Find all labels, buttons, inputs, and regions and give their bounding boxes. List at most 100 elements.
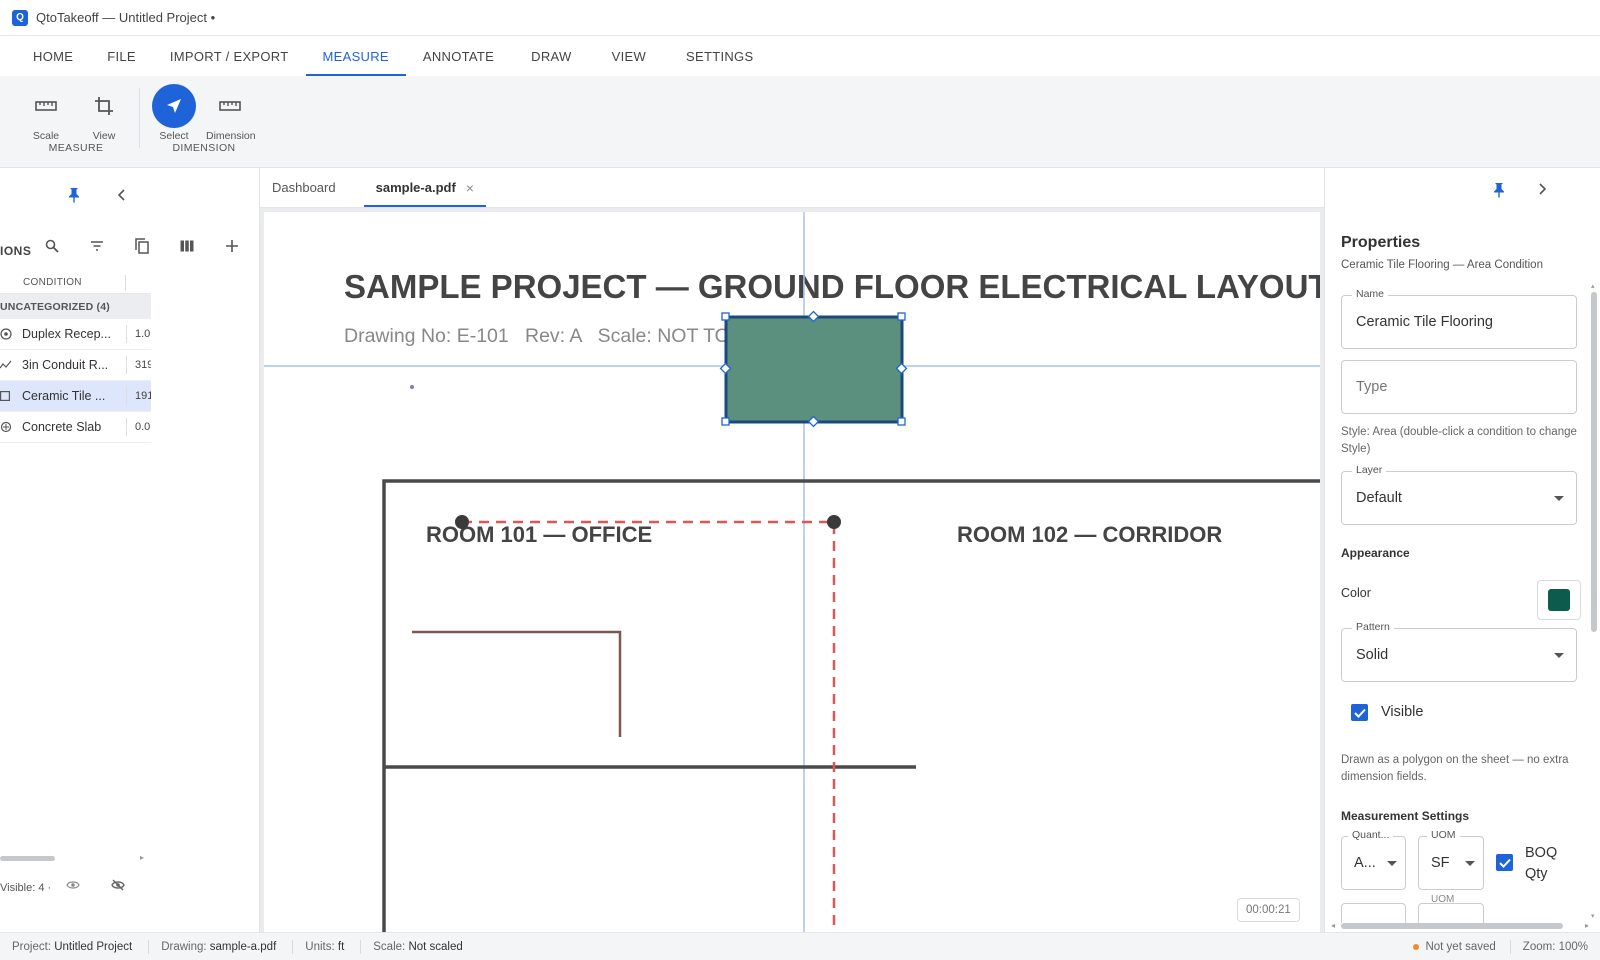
field-label: Quant... xyxy=(1348,829,1394,841)
panel-title: IONS xyxy=(0,244,32,258)
columns-icon[interactable] xyxy=(176,235,198,257)
area-polygon[interactable] xyxy=(724,315,904,424)
name-field[interactable]: Name Ceramic Tile Flooring xyxy=(1341,288,1577,349)
resize-handle[interactable] xyxy=(721,312,730,321)
layer-value: Default xyxy=(1356,490,1402,506)
type-placeholder[interactable]: Type xyxy=(1356,379,1387,395)
conditions-panel: IONS CONDITION UNCATEGORIZED (4) Duplex … xyxy=(0,168,260,932)
tab-settings[interactable]: SETTINGS xyxy=(666,36,773,76)
table-header: CONDITION xyxy=(0,272,151,294)
eye-off-icon[interactable] xyxy=(111,879,125,894)
boq-qty-checkbox[interactable] xyxy=(1496,854,1513,871)
status-project: Project: Untitled Project xyxy=(0,939,150,954)
table-row[interactable]: Concrete Slab 0.0 xyxy=(0,412,151,443)
view-button[interactable]: View xyxy=(80,84,128,142)
status-value: ft xyxy=(337,940,345,953)
column-header-condition[interactable]: CONDITION xyxy=(0,274,126,291)
name-value[interactable]: Ceramic Tile Flooring xyxy=(1356,314,1493,330)
chevron-down-icon xyxy=(1554,496,1564,501)
chevron-down-icon xyxy=(1465,861,1475,866)
scale-button[interactable]: Scale xyxy=(22,84,70,142)
area-icon xyxy=(0,391,22,401)
linear-icon xyxy=(0,360,22,370)
scroll-up-icon[interactable]: ▴ xyxy=(1591,282,1595,290)
color-swatch xyxy=(1548,589,1570,611)
table-row[interactable]: Ceramic Tile ... 191 xyxy=(0,381,151,412)
ribbon-separator xyxy=(139,88,140,148)
tab-sample-a-pdf[interactable]: sample-a.pdf × xyxy=(363,168,487,207)
condition-qty: 319 xyxy=(126,356,151,374)
crop-icon xyxy=(82,84,126,128)
visible-count: Visible: 4 · xyxy=(0,882,52,894)
condition-name: Ceramic Tile ... xyxy=(22,389,106,403)
type-field[interactable]: Type xyxy=(1341,360,1577,414)
appearance-heading: Appearance xyxy=(1341,546,1410,560)
tab-home[interactable]: HOME xyxy=(16,36,90,76)
horizontal-scrollbar[interactable]: ▸ xyxy=(0,853,151,863)
visible-checkbox[interactable] xyxy=(1351,704,1368,721)
condition-name: 3in Conduit R... xyxy=(22,358,109,372)
tab-annotate[interactable]: ANNOTATE xyxy=(406,36,511,76)
tab-file[interactable]: FILE xyxy=(90,36,153,76)
uom-value: SF xyxy=(1431,855,1450,871)
color-label: Color xyxy=(1341,586,1371,600)
scrollbar-thumb[interactable] xyxy=(1341,923,1563,929)
scroll-right-icon[interactable]: ▸ xyxy=(140,853,144,862)
boq-qty-label: BOQ Qty xyxy=(1525,843,1557,885)
zoom-level[interactable]: Zoom: 100% xyxy=(1511,940,1600,954)
copy-icon[interactable] xyxy=(131,235,153,257)
resize-handle[interactable] xyxy=(897,312,906,321)
save-state: Not yet saved xyxy=(1401,940,1511,954)
group-row[interactable]: UNCATEGORIZED (4) xyxy=(0,294,151,319)
select-button[interactable]: Select xyxy=(150,84,198,142)
condition-name: Concrete Slab xyxy=(22,420,102,434)
quantity-select-secondary[interactable] xyxy=(1341,903,1406,923)
tab-draw[interactable]: DRAW xyxy=(511,36,591,76)
dimension-line[interactable] xyxy=(462,520,836,932)
quantity-value: A... xyxy=(1354,855,1376,871)
color-picker-button[interactable] xyxy=(1537,580,1581,620)
scroll-left-icon[interactable]: ◂ xyxy=(1331,922,1335,930)
horizontal-scrollbar[interactable]: ◂ ▸ xyxy=(1331,922,1595,930)
tab-dashboard[interactable]: Dashboard xyxy=(260,168,348,207)
search-icon[interactable] xyxy=(41,235,63,257)
ribbon-group-label: DIMENSION xyxy=(172,142,236,154)
field-label: Layer xyxy=(1352,464,1387,476)
resize-handle[interactable] xyxy=(897,417,906,426)
table-row[interactable]: Duplex Recep... 1.0 xyxy=(0,319,151,350)
dimension-endpoint[interactable] xyxy=(455,515,469,529)
drawing-canvas[interactable]: SAMPLE PROJECT — GROUND FLOOR ELECTRICAL… xyxy=(260,208,1324,932)
close-icon[interactable]: × xyxy=(466,180,474,196)
pin-icon[interactable] xyxy=(63,184,85,206)
save-state-text: Not yet saved xyxy=(1425,941,1496,953)
scrollbar-thumb[interactable] xyxy=(0,856,55,861)
pin-icon[interactable] xyxy=(1492,182,1506,201)
uom-select-secondary[interactable] xyxy=(1418,903,1484,923)
tab-view[interactable]: VIEW xyxy=(592,36,666,76)
drawing-sheet[interactable]: SAMPLE PROJECT — GROUND FLOOR ELECTRICAL… xyxy=(264,212,1320,932)
scroll-right-icon[interactable]: ▸ xyxy=(1585,922,1589,930)
tab-label: Dashboard xyxy=(272,180,336,195)
uom-select[interactable]: UOM SF xyxy=(1418,829,1484,890)
vertical-scrollbar-thumb[interactable] xyxy=(1591,292,1597,632)
quantity-select[interactable]: Quant... A... xyxy=(1341,829,1406,890)
layer-select[interactable]: Layer Default xyxy=(1341,464,1577,525)
resize-handle[interactable] xyxy=(721,417,730,426)
tab-measure[interactable]: MEASURE xyxy=(305,36,407,76)
tab-import-export[interactable]: IMPORT / EXPORT xyxy=(153,36,306,76)
pattern-select[interactable]: Pattern Solid xyxy=(1341,621,1577,682)
conditions-table: CONDITION UNCATEGORIZED (4) Duplex Recep… xyxy=(0,272,151,443)
scroll-down-icon[interactable]: ▾ xyxy=(1591,912,1595,920)
eye-icon[interactable] xyxy=(66,880,80,893)
status-bar: Project: Untitled Project Drawing: sampl… xyxy=(0,932,1600,960)
status-scale: Scale: Not scaled xyxy=(361,940,479,954)
table-row[interactable]: 3in Conduit R... 319 xyxy=(0,350,151,381)
boq-label-line1: BOQ xyxy=(1525,845,1558,861)
add-icon[interactable] xyxy=(221,235,243,257)
collapse-right-icon[interactable] xyxy=(1537,183,1547,198)
dimension-button[interactable]: Dimension xyxy=(206,84,256,142)
dimension-endpoint[interactable] xyxy=(827,515,841,529)
ribbon-group-measure: Scale View MEASURE xyxy=(20,76,132,168)
collapse-left-icon[interactable] xyxy=(111,184,133,206)
filter-icon[interactable] xyxy=(86,235,108,257)
